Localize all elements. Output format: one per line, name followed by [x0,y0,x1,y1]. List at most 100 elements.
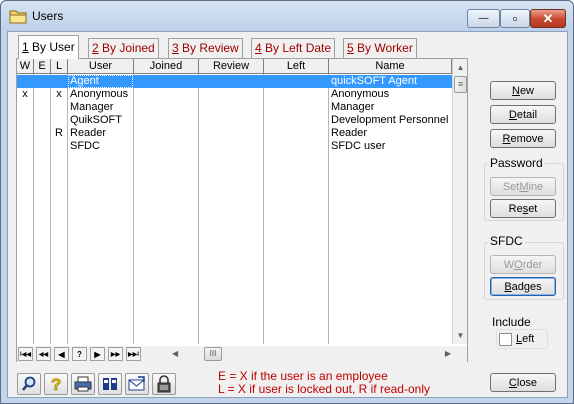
nav-next-button[interactable]: ▶ [90,347,105,361]
cell-user: Reader [70,127,107,139]
prev-icon: ◀ [58,349,65,359]
nav-next-page-button[interactable]: ▶▶ [108,347,123,361]
table-row[interactable]: Manager Manager [17,101,452,114]
column-header-joined[interactable]: Joined [134,59,199,74]
next-page-icon: ▶▶ [110,351,121,358]
scroll-left-button[interactable]: ◀ [172,349,178,358]
tab-label: By Worker [353,41,413,55]
tab-number: 4 [255,41,262,55]
cell-e [34,88,50,101]
column-header-w[interactable]: W [17,59,34,74]
table-row[interactable]: QuikSOFT Development Personnel [17,114,452,127]
include-left-label[interactable]: Left [516,333,534,345]
close-button[interactable]: Close [490,373,556,392]
cell-name: Manager [331,101,375,113]
cell-joined [135,140,197,153]
cell-joined [135,75,197,88]
cell-left [265,127,327,140]
tab-label: By User [28,40,75,54]
detail-button[interactable]: Detail [490,105,556,124]
cell-user: SFDC [70,140,100,152]
magnifier-icon [22,376,36,391]
worder-button[interactable]: W Order [490,255,556,274]
close-window-button[interactable]: ✕ [530,9,566,28]
legend-employee: E = X if the user is an employee [218,369,388,383]
column-header-user[interactable]: User [68,59,134,74]
users-grid[interactable]: W E L User Joined Review Left Name Agent… [17,59,467,344]
cell-name: Development Personnel [331,114,449,126]
set-mine-button[interactable]: Set Mine [490,177,556,196]
tab-by-review[interactable]: 3 By Review [168,38,243,58]
scroll-up-button[interactable]: ▲ [453,59,467,75]
tab-by-left-date[interactable]: 4 By Left Date [251,38,336,58]
nav-prev-page-button[interactable]: ◀◀ [36,347,51,361]
horizontal-scroll-thumb[interactable]: III [204,347,222,361]
cell-l [51,140,67,153]
accelerator-key: R [502,132,511,145]
tab-by-user[interactable]: 1 By User [18,35,79,59]
column-header-name[interactable]: Name [329,59,452,74]
print-button[interactable] [71,373,95,395]
users-window: Users — ▫ ✕ 1 By User 2 By Joined 3 By R… [0,0,574,404]
button-label-post: ew [519,84,534,97]
cell-e [34,114,50,127]
button-label-post: rder [522,258,543,271]
people-icon [103,378,117,390]
title-bar[interactable]: Users — ▫ ✕ [1,1,573,31]
search-button[interactable] [17,373,41,395]
accelerator-key: N [511,84,520,97]
table-row[interactable]: SFDC SFDC user [17,140,452,153]
new-button[interactable]: New [490,81,556,100]
cell-joined [135,114,197,127]
scroll-down-button[interactable]: ▼ [453,327,467,343]
cell-w [17,75,33,88]
column-header-e[interactable]: E [34,59,51,74]
cell-l [51,114,67,127]
column-header-left[interactable]: Left [264,59,329,74]
horizontal-scrollbar[interactable]: ◀ III ▶ [169,347,454,361]
scroll-thumb[interactable]: ≡ [454,76,467,93]
remove-button[interactable]: Remove [490,129,556,148]
scroll-right-button[interactable]: ▶ [445,349,451,358]
first-icon: I◀◀ [20,351,31,358]
table-row[interactable]: x x Anonymous Anonymous [17,88,452,101]
lock-button[interactable] [152,373,176,395]
accelerator-key: O [514,258,523,271]
table-row[interactable]: R Reader Reader [17,127,452,140]
cell-left [265,75,327,88]
cell-w [17,114,33,127]
window-title: Users [32,9,64,23]
tab-by-joined[interactable]: 2 By Joined [88,38,159,58]
nav-last-button[interactable]: ▶▶I [126,347,141,361]
minimize-button[interactable]: — [467,9,500,28]
cell-w: x [22,88,28,100]
nav-first-button[interactable]: I◀◀ [18,347,33,361]
users-button[interactable] [98,373,122,395]
accelerator-key: B [504,280,512,293]
tab-by-worker[interactable]: 5 By Worker [343,38,417,58]
badges-button[interactable]: Badges [490,277,556,296]
cell-l: R [55,127,63,139]
tab-number: 2 [92,41,99,55]
cell-w [17,140,33,153]
column-header-review[interactable]: Review [199,59,264,74]
nav-prev-button[interactable]: ◀ [54,347,69,361]
nav-find-button[interactable]: ? [72,347,87,361]
reset-button[interactable]: Re s et [490,199,556,218]
cell-review [200,140,262,153]
cell-l: x [56,88,62,100]
vertical-scrollbar[interactable]: ▲ ≡ ▼ [452,59,467,344]
cell-review [200,88,262,101]
button-label-post: emove [510,132,544,145]
tab-number: 3 [172,41,179,55]
cell-left [265,140,327,153]
help-button[interactable]: ? [44,373,68,395]
table-row[interactable]: Agent quickSOFT Agent [17,75,452,88]
email-button[interactable] [125,373,149,395]
column-header-l[interactable]: L [51,59,68,74]
tab-label: By Review [178,41,239,55]
include-left-checkbox[interactable] [499,333,512,346]
cell-user: Anonymous [70,88,129,100]
last-icon: ▶▶I [128,351,139,358]
maximize-button[interactable]: ▫ [500,9,530,28]
